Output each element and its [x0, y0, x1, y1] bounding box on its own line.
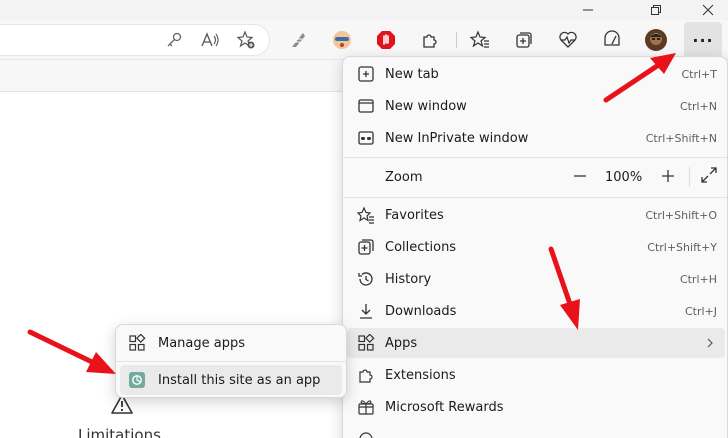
zoom-in-button[interactable]: [661, 168, 675, 187]
site-app-icon: [129, 372, 145, 388]
extension-avatar-icon[interactable]: [330, 28, 354, 52]
menu-item-new-inprivate-window[interactable]: New InPrivate window Ctrl+Shift+N: [347, 123, 725, 153]
close-icon: [702, 4, 714, 16]
menu-item-label: New InPrivate window: [385, 130, 529, 146]
menu-item-label: Favorites: [385, 207, 444, 223]
performance-icon[interactable]: [600, 28, 624, 52]
restore-icon: [651, 5, 661, 15]
menu-item-shortcut: Ctrl+N: [679, 99, 717, 113]
performance-icon: [359, 432, 373, 438]
menu-item-shortcut: Ctrl+J: [684, 304, 717, 318]
zoom-out-button[interactable]: [573, 168, 587, 187]
menu-item-extensions[interactable]: Extensions: [347, 360, 725, 390]
submenu-item-label: Install this site as an app: [158, 372, 321, 388]
menu-item-downloads[interactable]: Downloads Ctrl+J: [347, 296, 725, 326]
settings-menu: New tab Ctrl+T New window Ctrl+N New InP…: [342, 56, 728, 438]
settings-more-button[interactable]: ···: [684, 22, 722, 58]
menu-item-new-window[interactable]: New window Ctrl+N: [347, 91, 725, 121]
menu-item-shortcut: Ctrl+Shift+Y: [647, 240, 717, 254]
fullscreen-icon: [701, 167, 717, 183]
menu-item-new-tab[interactable]: New tab Ctrl+T: [347, 59, 725, 89]
menu-item-label: Microsoft Rewards: [385, 399, 504, 415]
submenu-divider: [116, 361, 346, 362]
apps-icon: [129, 334, 146, 351]
submenu-item-label: Manage apps: [158, 335, 246, 351]
inprivate-icon: [358, 131, 374, 145]
menu-item-shortcut: Ctrl+H: [679, 272, 717, 286]
fullscreen-button[interactable]: [701, 167, 717, 187]
menu-item-label: Downloads: [385, 303, 457, 319]
plus-icon: [662, 169, 674, 182]
menu-item-shortcut: Ctrl+Shift+O: [645, 208, 717, 222]
minimize-button[interactable]: [568, 0, 608, 20]
menu-item-label: Collections: [385, 239, 457, 255]
chevron-right-icon: [707, 338, 713, 348]
history-icon: [358, 272, 373, 286]
menu-item-label: New window: [385, 98, 467, 114]
extensions-icon: [359, 369, 373, 383]
zoom-divider: [689, 167, 690, 187]
new-tab-icon: [358, 66, 374, 82]
restore-button[interactable]: [636, 0, 676, 20]
menu-item-shortcut: Ctrl+T: [681, 67, 717, 81]
menu-item-apps[interactable]: Apps: [347, 328, 725, 358]
extensions-icon[interactable]: [418, 28, 442, 52]
rewards-icon: [358, 400, 374, 415]
menu-divider: [343, 197, 727, 198]
menu-item-shortcut: Ctrl+Shift+N: [645, 131, 717, 145]
browser-toolbar: ···: [0, 20, 728, 60]
apps-icon: [358, 334, 375, 351]
browser-essentials-icon[interactable]: [556, 28, 580, 52]
menu-item-microsoft-rewards[interactable]: Microsoft Rewards: [347, 392, 725, 422]
limitations-heading: Limitations: [78, 426, 161, 438]
more-icon: ···: [692, 30, 714, 50]
menu-item-label: New tab: [385, 66, 439, 82]
close-window-button[interactable]: [688, 0, 728, 20]
extension-adblock-icon[interactable]: [374, 28, 398, 52]
collections-icon: [358, 239, 374, 255]
apps-submenu: Manage apps Install this site as an app: [115, 324, 347, 398]
submenu-item-manage-apps[interactable]: Manage apps: [120, 328, 342, 358]
menu-divider: [343, 157, 727, 158]
address-bar[interactable]: [0, 24, 270, 56]
key-icon[interactable]: [162, 28, 186, 52]
menu-item-favorites[interactable]: Favorites Ctrl+Shift+O: [347, 200, 725, 230]
add-favorite-icon[interactable]: [234, 28, 258, 52]
menu-item-history[interactable]: History Ctrl+H: [347, 264, 725, 294]
submenu-item-install-site-as-app[interactable]: Install this site as an app: [120, 365, 342, 395]
menu-item-label: Extensions: [385, 367, 456, 383]
minus-icon: [574, 174, 586, 177]
extension-feather-icon[interactable]: [286, 28, 310, 52]
zoom-level: 100%: [605, 169, 643, 185]
menu-item-label: Apps: [385, 335, 418, 351]
read-aloud-icon[interactable]: [198, 28, 222, 52]
profile-avatar[interactable]: [644, 28, 668, 52]
new-window-icon: [358, 99, 374, 113]
zoom-row: Zoom 100%: [347, 161, 725, 193]
favorites-icon[interactable]: [468, 28, 492, 52]
toolbar-divider: [456, 32, 457, 48]
minimize-icon: [583, 9, 593, 11]
menu-item-partial[interactable]: [347, 424, 725, 438]
collections-icon[interactable]: [512, 28, 536, 52]
title-bar: [0, 0, 728, 20]
favorites-icon: [357, 206, 374, 224]
menu-item-collections[interactable]: Collections Ctrl+Shift+Y: [347, 232, 725, 262]
zoom-label: Zoom: [385, 169, 423, 185]
downloads-icon: [360, 304, 372, 319]
menu-item-label: History: [385, 271, 432, 287]
